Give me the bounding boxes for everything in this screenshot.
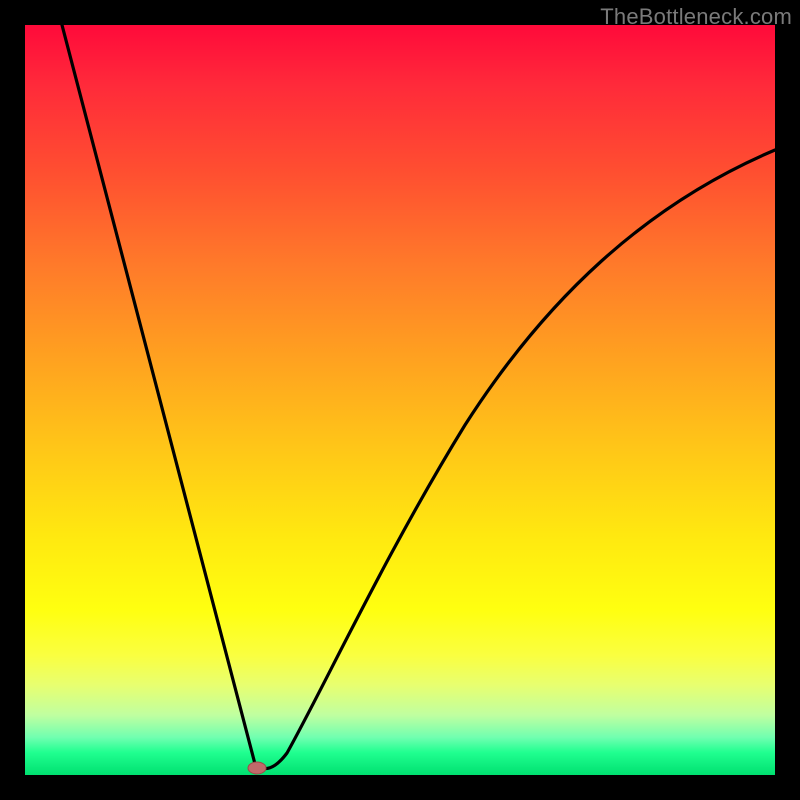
plot-area [25, 25, 775, 775]
bottleneck-marker [248, 762, 266, 774]
curve-layer [25, 25, 775, 775]
watermark-text: TheBottleneck.com [600, 4, 792, 30]
bottleneck-curve [62, 25, 775, 769]
chart-frame: TheBottleneck.com [0, 0, 800, 800]
